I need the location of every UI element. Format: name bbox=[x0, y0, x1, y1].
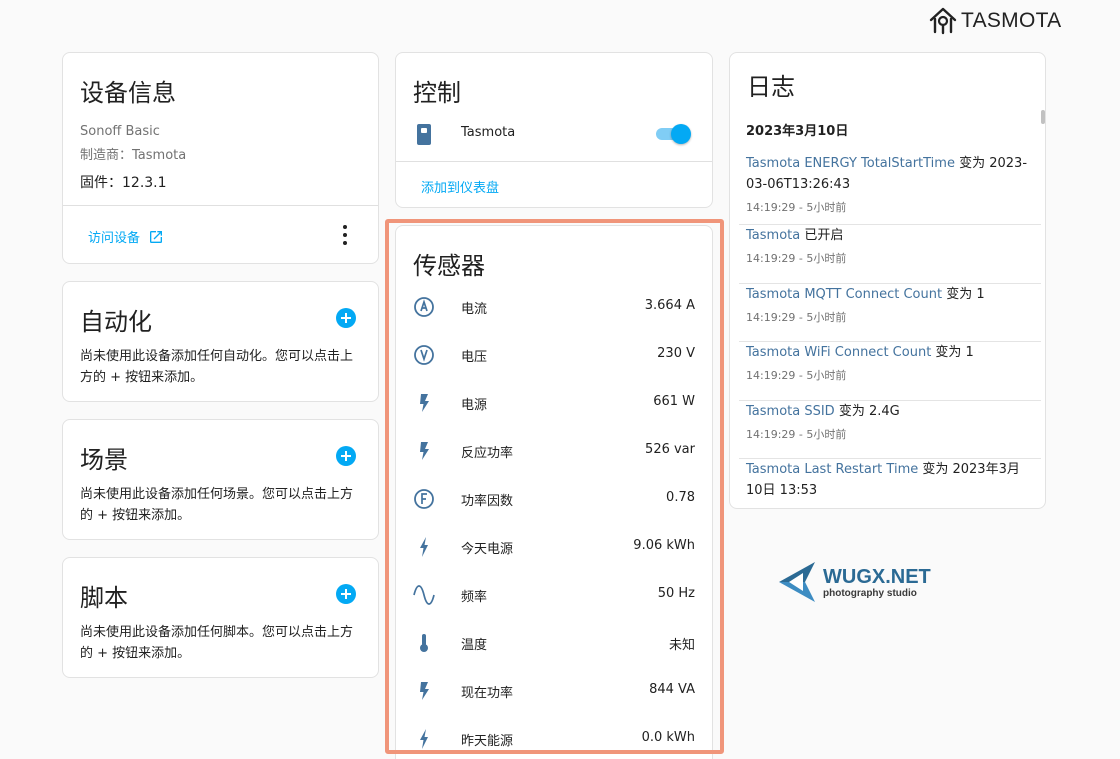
log-action: 变为 2.4G bbox=[834, 404, 900, 419]
highlight-box bbox=[385, 219, 724, 754]
device-info-title: 设备信息 bbox=[80, 79, 176, 107]
wugx-logo-icon bbox=[779, 562, 815, 602]
control-title: 控制 bbox=[413, 79, 461, 107]
divider bbox=[396, 161, 712, 162]
plus-icon bbox=[341, 589, 351, 599]
log-text: Tasmota SSID 变为 2.4G bbox=[746, 401, 1027, 422]
tasmota-house-icon bbox=[929, 7, 957, 35]
scene-card: 场景 尚未使用此设备添加任何场景。您可以点击上方的 + 按钮来添加。 bbox=[62, 419, 379, 540]
log-entry: Tasmota Last Restart Time 变为 2023年3月10日 … bbox=[730, 459, 1041, 508]
control-entity-name[interactable]: Tasmota bbox=[461, 125, 515, 140]
log-text: Tasmota 已开启 bbox=[746, 225, 1027, 246]
power-socket-icon bbox=[417, 124, 431, 145]
log-entry: Tasmota WiFi Connect Count 变为 1 14:19:29 … bbox=[730, 342, 1041, 401]
plus-icon bbox=[341, 451, 351, 461]
brand-name: TASMOTA bbox=[961, 9, 1062, 32]
control-card: 控制 Tasmota 添加到仪表盘 bbox=[395, 52, 713, 208]
logbook-scrollbar[interactable] bbox=[1041, 110, 1045, 124]
device-info-card: 设备信息 Sonoff Basic 制造商：Tasmota 固件：12.3.1 … bbox=[62, 52, 379, 264]
log-entity-link[interactable]: Tasmota SSID bbox=[746, 404, 835, 419]
script-title: 脚本 bbox=[80, 584, 128, 612]
divider bbox=[63, 205, 378, 206]
log-timestamp: 14:19:29 - 5小时前 bbox=[746, 369, 847, 382]
add-automation-button[interactable] bbox=[336, 308, 356, 328]
log-text: Tasmota Last Restart Time 变为 2023年3月10日 … bbox=[746, 459, 1027, 501]
log-entity-link[interactable]: Tasmota ENERGY TotalStartTime bbox=[746, 156, 955, 171]
tasmota-toggle-switch[interactable] bbox=[656, 124, 691, 144]
script-description: 尚未使用此设备添加任何脚本。您可以点击上方的 + 按钮来添加。 bbox=[80, 625, 354, 661]
automation-description: 尚未使用此设备添加任何自动化。您可以点击上方的 + 按钮来添加。 bbox=[80, 349, 354, 385]
log-text: Tasmota ENERGY TotalStartTime 变为 2023-03… bbox=[746, 153, 1027, 195]
automation-title: 自动化 bbox=[80, 308, 152, 336]
scene-title: 场景 bbox=[80, 446, 128, 474]
logbook-card: 日志 2023年3月10日 Tasmota ENERGY TotalStartT… bbox=[729, 52, 1046, 509]
more-options-icon[interactable] bbox=[342, 225, 348, 245]
log-entry: Tasmota SSID 变为 2.4G 14:19:29 - 5小时前 bbox=[730, 401, 1041, 459]
visit-device-label: 访问设备 bbox=[88, 231, 141, 246]
switch-thumb bbox=[671, 124, 691, 144]
visit-device-button[interactable]: 访问设备 bbox=[88, 227, 164, 246]
log-timestamp: 14:19:29 - 5小时前 bbox=[746, 428, 847, 441]
device-manufacturer: 制造商：Tasmota bbox=[80, 148, 187, 163]
wugx-watermark: WUGX.NET photography studio bbox=[777, 560, 931, 604]
log-text: Tasmota WiFi Connect Count 变为 1 bbox=[746, 342, 1027, 363]
add-to-dashboard-label: 添加到仪表盘 bbox=[421, 181, 500, 196]
scene-description: 尚未使用此设备添加任何场景。您可以点击上方的 + 按钮来添加。 bbox=[80, 487, 354, 523]
device-model: Sonoff Basic bbox=[80, 124, 160, 139]
log-entry: Tasmota MQTT Connect Count 变为 1 14:19:29 … bbox=[730, 284, 1041, 342]
log-entity-link[interactable]: Tasmota WiFi Connect Count bbox=[746, 345, 931, 360]
open-in-new-icon bbox=[150, 230, 163, 243]
automation-card: 自动化 尚未使用此设备添加任何自动化。您可以点击上方的 + 按钮来添加。 bbox=[62, 281, 379, 402]
log-entry: Tasmota ENERGY TotalStartTime 变为 2023-03… bbox=[730, 153, 1041, 225]
log-timestamp: 14:19:29 - 5小时前 bbox=[746, 201, 847, 214]
plus-icon bbox=[341, 313, 351, 323]
device-firmware: 固件：12.3.1 bbox=[80, 175, 167, 191]
watermark-subtitle: photography studio bbox=[823, 587, 917, 599]
log-action: 已开启 bbox=[800, 228, 844, 243]
script-card: 脚本 尚未使用此设备添加任何脚本。您可以点击上方的 + 按钮来添加。 bbox=[62, 557, 379, 678]
log-entity-link[interactable]: Tasmota MQTT Connect Count bbox=[746, 287, 942, 302]
logbook-title: 日志 bbox=[747, 73, 795, 101]
log-entry: Tasmota 已开启 14:19:29 - 5小时前 bbox=[730, 225, 1041, 284]
log-timestamp: 14:19:29 - 5小时前 bbox=[746, 252, 847, 265]
add-to-dashboard-button[interactable]: 添加到仪表盘 bbox=[421, 177, 499, 196]
log-action: 变为 1 bbox=[931, 345, 974, 360]
log-entity-link[interactable]: Tasmota bbox=[746, 228, 800, 243]
watermark-title: WUGX.NET bbox=[823, 565, 931, 588]
log-timestamp: 14:19:29 - 5小时前 bbox=[746, 311, 847, 324]
add-scene-button[interactable] bbox=[336, 446, 356, 466]
add-script-button[interactable] bbox=[336, 584, 356, 604]
log-action: 变为 1 bbox=[942, 287, 985, 302]
log-text: Tasmota MQTT Connect Count 变为 1 bbox=[746, 284, 1027, 305]
logbook-date: 2023年3月10日 bbox=[746, 124, 849, 139]
log-entity-link[interactable]: Tasmota Last Restart Time bbox=[746, 462, 918, 477]
tasmota-logo: TASMOTA bbox=[928, 6, 1062, 36]
